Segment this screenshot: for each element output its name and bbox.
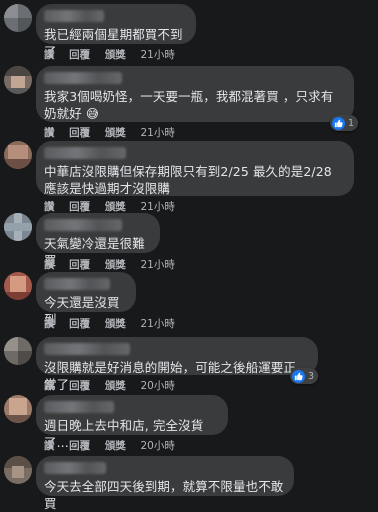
- share-button[interactable]: 頒獎: [105, 199, 126, 214]
- commenter-name[interactable]: [44, 343, 130, 355]
- comment-text: 我家3個喝奶怪，一天要一瓶，我都混著買 ，只求有奶就好 😅: [44, 89, 334, 121]
- avatar[interactable]: [4, 4, 32, 32]
- avatar[interactable]: [4, 141, 32, 169]
- avatar[interactable]: [4, 213, 32, 241]
- comment-bubble: 沒限購就是好消息的開始，可能之後船運要正常了: [36, 337, 318, 392]
- comment-bubble: 今天還是沒買到: [36, 272, 136, 327]
- comment-bubble: 中華店沒限購但保存期限只有到2/25 最久的是2/28 應該是快過期才沒限購: [36, 141, 354, 196]
- avatar[interactable]: [4, 272, 32, 300]
- comment-timestamp[interactable]: 20小時: [140, 438, 174, 453]
- reaction-count[interactable]: 1: [330, 115, 359, 131]
- share-button[interactable]: 頒獎: [105, 125, 126, 140]
- comment-bubble: 天氣變冷還是很難買: [36, 213, 160, 268]
- comment-bubble: 我已經兩個星期都買不到了: [36, 4, 196, 59]
- commenter-name[interactable]: [44, 72, 122, 84]
- commenter-name[interactable]: [44, 219, 122, 231]
- reaction-count-number: 1: [348, 117, 355, 129]
- comment-actions: 讚 回覆 頒獎 20小時: [44, 438, 186, 453]
- reply-button[interactable]: 回覆: [69, 316, 90, 331]
- comment-timestamp[interactable]: 20小時: [140, 378, 174, 393]
- like-button[interactable]: 讚: [44, 316, 55, 331]
- reaction-count-number: 3: [308, 370, 315, 382]
- commenter-name[interactable]: [44, 147, 126, 159]
- like-button[interactable]: 讚: [44, 47, 55, 62]
- comment-timestamp[interactable]: 21小時: [140, 47, 174, 62]
- comment-text: 中華店沒限購但保存期限只有到2/25 最久的是2/28 應該是快過期才沒限購: [44, 164, 336, 196]
- thumbs-up-icon: [332, 116, 345, 130]
- comment-actions: 讚 回覆 頒獎 21小時: [44, 199, 186, 214]
- like-button[interactable]: 讚: [44, 199, 55, 214]
- comment-bubble: 週日晚上去中和店, 完全沒貨了.....: [36, 395, 228, 450]
- commenter-name[interactable]: [44, 462, 106, 474]
- comment-actions: 讚 回覆 頒獎 20小時: [44, 378, 186, 393]
- reply-button[interactable]: 回覆: [69, 378, 90, 393]
- reply-button[interactable]: 回覆: [69, 438, 90, 453]
- thumbs-up-icon: [292, 369, 305, 383]
- comment-timestamp[interactable]: 21小時: [140, 125, 174, 140]
- share-button[interactable]: 頒獎: [105, 378, 126, 393]
- like-button[interactable]: 讚: [44, 257, 55, 272]
- reply-button[interactable]: 回覆: [69, 125, 90, 140]
- commenter-name[interactable]: [44, 278, 110, 290]
- share-button[interactable]: 頒獎: [105, 316, 126, 331]
- reply-button[interactable]: 回覆: [69, 47, 90, 62]
- avatar[interactable]: [4, 395, 32, 423]
- reaction-count[interactable]: 3: [290, 368, 319, 384]
- comment-actions: 讚 回覆 頒獎 21小時: [44, 47, 186, 62]
- comment-text: 今天去全部四天後到期，就算不限量也不敢買: [44, 479, 284, 511]
- reply-button[interactable]: 回覆: [69, 199, 90, 214]
- share-button[interactable]: 頒獎: [105, 47, 126, 62]
- comment-bubble: 今天去全部四天後到期，就算不限量也不敢買: [36, 456, 294, 511]
- comment-actions: 讚 回覆 頒獎 21小時: [44, 257, 186, 272]
- comment-timestamp[interactable]: 21小時: [140, 257, 174, 272]
- like-button[interactable]: 讚: [44, 438, 55, 453]
- avatar[interactable]: [4, 456, 32, 484]
- comment-timestamp[interactable]: 21小時: [140, 199, 174, 214]
- commenter-name[interactable]: [44, 10, 104, 22]
- avatar[interactable]: [4, 66, 32, 94]
- comment-actions: 讚 回覆 頒獎 21小時: [44, 316, 186, 331]
- comment-timestamp[interactable]: 21小時: [140, 316, 174, 331]
- like-button[interactable]: 讚: [44, 125, 55, 140]
- reply-button[interactable]: 回覆: [69, 257, 90, 272]
- commenter-name[interactable]: [44, 401, 114, 413]
- comment-actions: 讚 回覆 頒獎 21小時: [44, 125, 186, 140]
- share-button[interactable]: 頒獎: [105, 257, 126, 272]
- like-button[interactable]: 讚: [44, 378, 55, 393]
- share-button[interactable]: 頒獎: [105, 438, 126, 453]
- comment-bubble: 我家3個喝奶怪，一天要一瓶，我都混著買 ，只求有奶就好 😅: [36, 66, 354, 122]
- avatar[interactable]: [4, 337, 32, 365]
